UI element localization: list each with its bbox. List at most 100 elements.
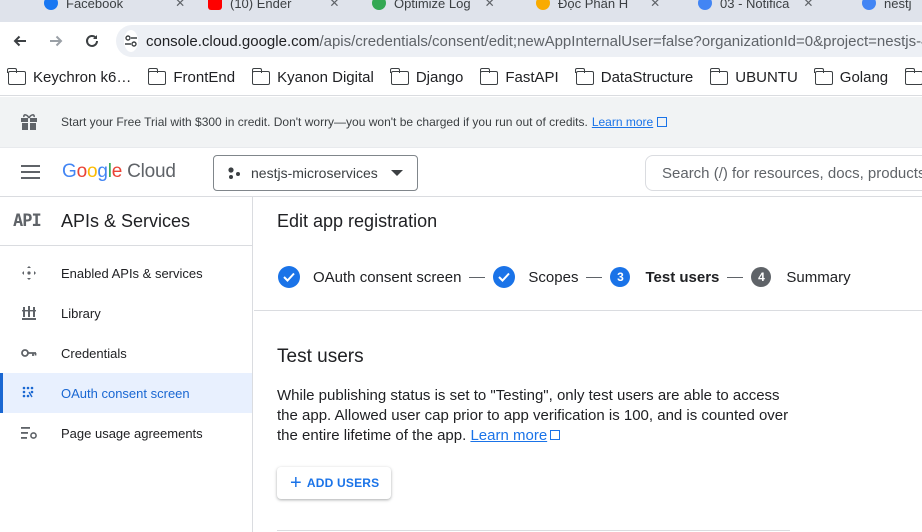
reload-button[interactable]: [74, 23, 110, 59]
tab-label: Optimize Log: [394, 0, 471, 11]
close-tab-icon[interactable]: ✕: [175, 0, 185, 10]
tab-label: Facebook: [66, 0, 124, 11]
close-tab-icon[interactable]: ✕: [485, 0, 495, 10]
bookmark-folder[interactable]: Golang: [814, 67, 888, 86]
bookmark-folder[interactable]: Keychron k6…: [7, 67, 131, 86]
add-users-button[interactable]: + ADD USERS: [277, 467, 391, 499]
bookmark-label: FastAPI: [505, 69, 559, 86]
external-link-icon: [657, 117, 668, 127]
url-text: console.cloud.google.com/apis/credential…: [146, 33, 922, 50]
divider: [277, 530, 790, 531]
url-path: /apis/credentials/consent/edit;newAppInt…: [319, 32, 922, 50]
bookmark-label: DataStructure: [600, 69, 694, 86]
sidebar-item-library[interactable]: Library: [0, 293, 252, 333]
bookmark-folder[interactable]: Kyanon Digital: [251, 67, 374, 86]
folder-icon: [709, 67, 729, 85]
page-title: Edit app registration: [277, 211, 438, 231]
folder-icon: [390, 67, 409, 85]
external-link-icon: [550, 430, 561, 440]
consent-grid-icon: [20, 384, 38, 402]
step-test-users[interactable]: 3 Test users: [610, 267, 719, 287]
gift-icon: [21, 114, 37, 130]
sidebar-item-page-usage[interactable]: Page usage agreements: [0, 413, 252, 453]
bookmark-folder[interactable]: Fi: [904, 67, 922, 86]
site-info-icon[interactable]: [124, 30, 138, 52]
api-icon: API: [13, 211, 42, 231]
settings-list-icon: [20, 424, 38, 442]
bookmark-label: Django: [415, 69, 464, 86]
step-scopes[interactable]: Scopes: [493, 266, 578, 288]
free-trial-banner: Start your Free Trial with $300 in credi…: [0, 97, 922, 148]
banner-learn-more-link[interactable]: Learn more: [592, 115, 653, 129]
back-arrow-icon: [13, 35, 26, 47]
sidebar-item-enabled-apis[interactable]: Enabled APIs & services: [0, 253, 252, 293]
chevron-down-icon: [391, 170, 403, 176]
browser-tab[interactable]: 03 - Notifica ✕: [698, 0, 813, 14]
forward-button[interactable]: [38, 23, 74, 59]
sidebar-header: API APIs & Services: [0, 197, 252, 246]
section-description: While publishing status is set to "Testi…: [277, 386, 797, 446]
forward-arrow-icon: [50, 35, 63, 47]
google-cloud-logo[interactable]: Google Cloud: [62, 161, 176, 183]
folder-icon: [147, 67, 167, 85]
sidebar-item-label: OAuth consent screen: [61, 385, 190, 401]
step-separator: [469, 276, 486, 278]
bookmark-folder[interactable]: UBUNTU: [709, 67, 798, 86]
diamond-arrows-icon: [20, 264, 38, 282]
browser-tab[interactable]: (10) Ender ✕: [208, 0, 339, 14]
project-icon: [228, 167, 240, 179]
url-host: console.cloud.google.com: [146, 32, 320, 50]
site-icon: [698, 0, 712, 10]
bookmark-folder[interactable]: Django: [390, 67, 464, 86]
site-icon: [862, 0, 876, 10]
section-title: Test users: [277, 346, 364, 367]
close-tab-icon[interactable]: ✕: [803, 0, 813, 10]
console-header: Google Cloud nestjs-microservices Search …: [0, 148, 922, 197]
folder-icon: [575, 67, 594, 85]
tab-label: nestj: [884, 0, 912, 11]
browser-tab[interactable]: Facebook ✕: [44, 0, 185, 14]
add-users-label: ADD USERS: [306, 476, 380, 490]
back-button[interactable]: [2, 23, 38, 59]
tab-label: 03 - Notifica: [720, 0, 790, 11]
bookmark-folder[interactable]: FrontEnd: [147, 67, 236, 86]
tab-label: (10) Ender: [230, 0, 292, 11]
bookmark-label: FrontEnd: [173, 69, 236, 86]
site-icon: [372, 0, 386, 10]
step-separator: [727, 276, 744, 278]
address-bar[interactable]: console.cloud.google.com/apis/credential…: [116, 25, 922, 57]
step-label: Summary: [786, 268, 851, 286]
folder-icon: [904, 67, 922, 85]
folder-icon: [7, 67, 26, 85]
step-summary[interactable]: 4 Summary: [751, 267, 851, 287]
folder-icon: [814, 67, 833, 85]
sidebar-item-oauth-consent[interactable]: OAuth consent screen: [0, 373, 252, 413]
check-icon: [493, 266, 516, 288]
key-icon: [20, 344, 38, 362]
browser-toolbar: console.cloud.google.com/apis/credential…: [0, 22, 922, 60]
bookmark-folder[interactable]: FastAPI: [479, 67, 559, 86]
close-tab-icon[interactable]: ✕: [650, 0, 660, 10]
sidebar-item-credentials[interactable]: Credentials: [0, 333, 252, 373]
banner-text: Start your Free Trial with $300 in credi…: [61, 115, 588, 129]
plus-icon: +: [290, 472, 302, 494]
facebook-icon: [44, 0, 58, 10]
step-label: Scopes: [528, 268, 579, 286]
sidebar-item-label: Library: [61, 305, 101, 321]
browser-tab[interactable]: Optimize Log ✕: [372, 0, 495, 14]
check-icon: [278, 266, 300, 288]
bookmark-label: Kyanon Digital: [277, 69, 374, 86]
main-menu-icon[interactable]: [21, 165, 40, 179]
project-picker[interactable]: nestjs-microservices: [213, 155, 418, 191]
search-input[interactable]: Search (/) for resources, docs, products: [645, 155, 922, 191]
step-label: OAuth consent screen: [313, 268, 462, 286]
step-number: 4: [751, 267, 772, 287]
sidebar-item-label: Credentials: [61, 345, 127, 361]
browser-tab[interactable]: Đọc Phần H ✕: [536, 0, 660, 14]
close-tab-icon[interactable]: ✕: [329, 0, 339, 10]
browser-tab[interactable]: nestj: [862, 0, 911, 14]
sidebar: API APIs & Services Enabled APIs & servi…: [0, 197, 253, 532]
learn-more-link[interactable]: Learn more: [470, 427, 547, 444]
bookmark-folder[interactable]: DataStructure: [575, 67, 694, 86]
step-oauth-consent[interactable]: OAuth consent screen: [278, 266, 461, 288]
